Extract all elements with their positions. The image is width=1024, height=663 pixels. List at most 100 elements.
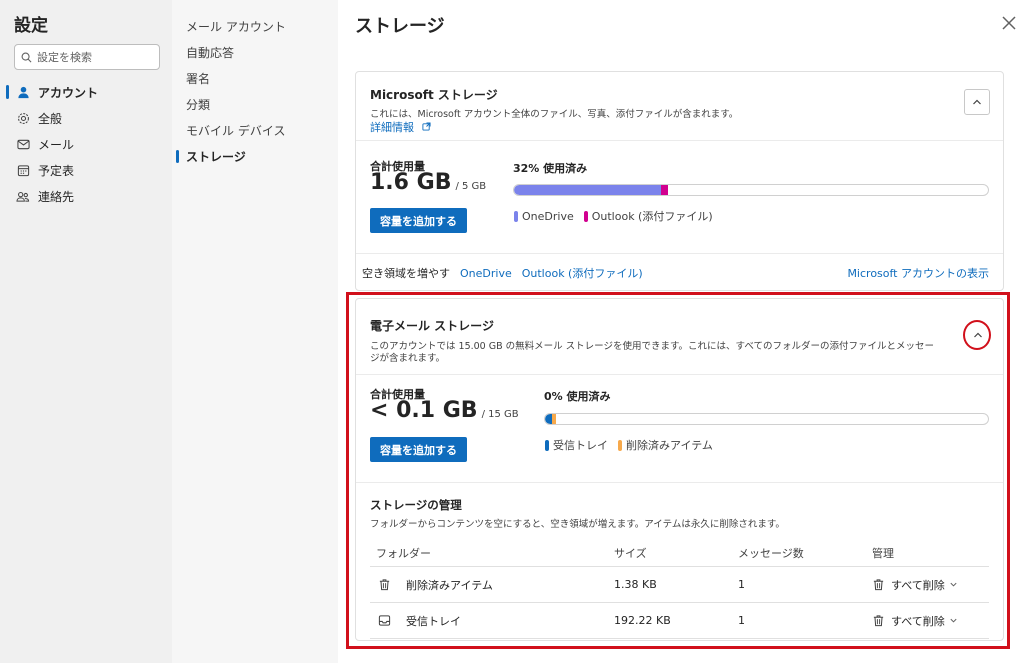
storage-legend: OneDrive Outlook (添付ファイル) xyxy=(514,208,713,224)
folder-size: 192.22 KB xyxy=(614,614,671,627)
nav-item-general[interactable]: 全般 xyxy=(0,106,172,130)
trash-icon xyxy=(378,567,391,602)
microsoft-storage-card: Microsoft ストレージ これには、Microsoft アカウント全体のフ… xyxy=(355,71,1004,291)
free-onedrive-link[interactable]: OneDrive xyxy=(460,267,512,280)
add-storage-button[interactable]: 容量を追加する xyxy=(370,208,467,233)
nav-item-calendar[interactable]: 予定表 xyxy=(0,158,172,182)
free-space-row: 空き領域を増やす OneDrive Outlook (添付ファイル) Micro… xyxy=(362,265,989,281)
delete-all-label: すべて削除 xyxy=(891,578,945,592)
manage-storage-description: フォルダーからコンテンツを空にすると、空き領域が増えます。アイテムは永久に削除さ… xyxy=(370,519,785,530)
legend-outlook: Outlook (添付ファイル) xyxy=(591,210,713,223)
inbox-swatch xyxy=(545,439,549,451)
person-icon xyxy=(16,85,30,99)
divider xyxy=(356,140,1003,141)
mail-icon xyxy=(16,137,30,151)
legend-inbox: 受信トレイ xyxy=(553,439,608,452)
nav-item-account[interactable]: アカウント xyxy=(0,80,172,104)
main-panel: ストレージ Microsoft ストレージ これには、Microsoft アカウ… xyxy=(338,0,1024,663)
deleted-items-swatch xyxy=(618,439,622,451)
divider xyxy=(356,374,1003,375)
search-placeholder: 設定を検索 xyxy=(37,51,92,64)
total-usage-value: 1.6 GB/ 5 GB xyxy=(370,170,487,195)
microsoft-storage-bar xyxy=(513,184,989,196)
subnav-item-auto-reply[interactable]: 自動応答 xyxy=(186,44,234,61)
bar-segment xyxy=(660,185,669,195)
nav-item-label: アカウント xyxy=(38,85,99,100)
nav-item-label: 連絡先 xyxy=(38,189,75,204)
email-storage-bar xyxy=(544,413,989,425)
nav-item-mail[interactable]: メール xyxy=(0,132,172,156)
column-message-count: メッセージ数 xyxy=(738,546,804,560)
manage-storage-title: ストレージの管理 xyxy=(370,498,462,512)
message-count: 1 xyxy=(738,578,745,591)
microsoft-account-link[interactable]: Microsoft アカウントの表示 xyxy=(847,265,989,281)
add-storage-button[interactable]: 容量を追加する xyxy=(370,437,467,462)
divider xyxy=(356,482,1003,483)
nav-item-label: 全般 xyxy=(38,111,63,126)
microsoft-storage-header: Microsoft ストレージ これには、Microsoft アカウント全体のフ… xyxy=(370,86,953,134)
trash-icon xyxy=(873,615,884,627)
outlook-swatch xyxy=(583,210,588,222)
people-icon xyxy=(16,189,30,203)
chevron-down-icon xyxy=(950,582,957,587)
message-count: 1 xyxy=(738,614,745,627)
email-storage-description: このアカウントでは 15.00 GB の無料メール ストレージを使用できます。こ… xyxy=(370,341,934,364)
close-button[interactable] xyxy=(1000,14,1018,32)
column-folder: フォルダー xyxy=(376,546,431,560)
close-icon xyxy=(1002,16,1016,30)
folder-size: 1.38 KB xyxy=(614,578,657,591)
column-manage: 管理 xyxy=(872,546,894,560)
delete-all-button[interactable]: すべて削除 xyxy=(872,603,958,638)
email-storage-card: 電子メール ストレージ このアカウントでは 15.00 GB の無料メール スト… xyxy=(355,298,1004,641)
microsoft-storage-heading: Microsoft ストレージ xyxy=(370,88,498,102)
delete-all-button[interactable]: すべて削除 xyxy=(872,567,958,602)
used-percentage-label: 0% 使用済み xyxy=(544,390,611,403)
nav-item-label: 予定表 xyxy=(38,163,75,178)
open-external-icon xyxy=(421,122,431,131)
folder-name: 削除済みアイテム xyxy=(406,578,493,592)
search-icon xyxy=(21,52,32,62)
chevron-up-icon xyxy=(973,99,981,105)
subnav-item-categories[interactable]: 分類 xyxy=(186,96,210,113)
column-size: サイズ xyxy=(614,546,647,560)
subnav-item-mail-accounts[interactable]: メール アカウント xyxy=(186,18,286,35)
table-row: 受信トレイ 192.22 KB 1 すべて削除 xyxy=(370,603,989,639)
subnav-item-signature[interactable]: 署名 xyxy=(186,70,210,87)
collapse-microsoft-storage-button[interactable] xyxy=(964,89,990,115)
chevron-down-icon xyxy=(950,618,957,623)
microsoft-storage-description: これには、Microsoft アカウント全体のファイル、写真、添付ファイルが含ま… xyxy=(370,109,739,120)
page-title: ストレージ xyxy=(355,16,445,37)
table-header: フォルダー サイズ メッセージ数 管理 xyxy=(370,539,989,567)
used-percentage-label: 32% 使用済み xyxy=(513,162,588,175)
legend-deleted-items: 削除済みアイテム xyxy=(626,439,713,452)
total-capacity: / 15 GB xyxy=(481,409,519,420)
left-nav: 設定 設定を検索 アカウント 全般 メール 予定表 連絡先 xyxy=(0,0,172,663)
nav-item-label: メール xyxy=(38,137,75,152)
trash-icon xyxy=(873,579,884,591)
collapse-email-storage-button[interactable] xyxy=(967,324,989,346)
storage-legend: 受信トレイ 削除済みアイテム xyxy=(545,437,713,453)
folder-name: 受信トレイ xyxy=(406,614,461,628)
settings-title: 設定 xyxy=(14,16,48,36)
nav-item-contacts[interactable]: 連絡先 xyxy=(0,184,172,208)
learn-more-link[interactable]: 詳細情報 xyxy=(370,121,414,134)
settings-search-input[interactable]: 設定を検索 xyxy=(14,44,160,70)
bar-segment xyxy=(551,414,557,424)
email-storage-header: 電子メール ストレージ このアカウントでは 15.00 GB の無料メール スト… xyxy=(370,317,943,365)
email-storage-heading: 電子メール ストレージ xyxy=(370,319,494,333)
free-outlook-link[interactable]: Outlook (添付ファイル) xyxy=(522,265,643,281)
bar-segment xyxy=(545,414,552,424)
inbox-icon xyxy=(378,603,391,638)
onedrive-swatch xyxy=(514,210,518,222)
table-row: 削除済みアイテム 1.38 KB 1 すべて削除 xyxy=(370,567,989,603)
chevron-up-icon xyxy=(974,332,982,338)
delete-all-label: すべて削除 xyxy=(891,614,945,628)
total-usage-value: < 0.1 GB/ 15 GB xyxy=(370,398,519,423)
subnav-item-mobile-devices[interactable]: モバイル デバイス xyxy=(186,122,285,139)
gear-icon xyxy=(16,111,30,125)
subnav-item-storage[interactable]: ストレージ xyxy=(176,148,246,165)
total-capacity: / 5 GB xyxy=(455,181,487,192)
sub-nav: メール アカウント 自動応答 署名 分類 モバイル デバイス ストレージ xyxy=(172,0,338,663)
divider xyxy=(356,253,1003,254)
free-space-label: 空き領域を増やす xyxy=(362,267,450,280)
